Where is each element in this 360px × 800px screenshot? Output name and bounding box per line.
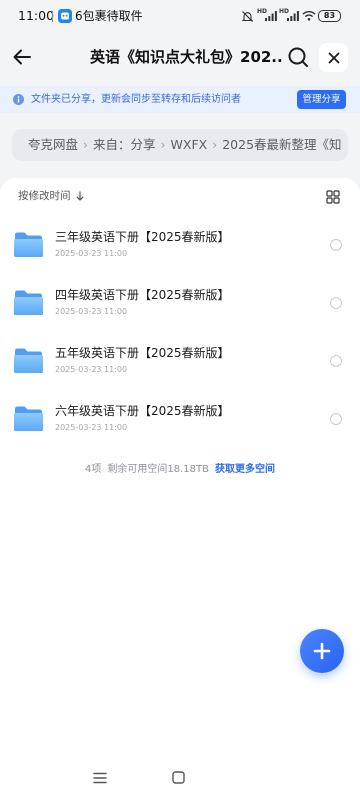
close-icon [328,52,339,63]
plus-icon [313,642,331,660]
list-item[interactable]: 五年级英语下册【2025春新版】 2025-03-23 11:00 [0,332,360,390]
breadcrumb-separator: › [160,137,166,152]
folder-icon [13,405,44,432]
list-item[interactable]: 三年级英语下册【2025春新版】 2025-03-23 11:00 [0,216,360,274]
share-notice-banner: 文件夹已分享，更新会同步至转存和后续访问者 管理分享 [0,86,360,113]
file-list: 三年级英语下册【2025春新版】 2025-03-23 11:00 四年级英语下… [0,216,360,448]
file-modified-time: 2025-03-23 11:00 [55,365,128,374]
breadcrumb-item[interactable]: WXFX [171,137,208,152]
storage-footer: 4项 剩余可用空间18.18TB 获取更多空间 [0,463,360,477]
file-name: 六年级英语下册【2025春新版】 [55,404,230,418]
breadcrumb-item[interactable]: 夸克网盘 [28,137,78,152]
system-nav-bar [0,762,360,800]
select-radio[interactable] [330,413,342,425]
signal-icon [287,11,299,21]
menu-icon[interactable] [93,772,107,784]
status-notification-text: 6包裹待取件 [75,9,143,23]
search-icon [288,47,308,67]
share-notice-text: 文件夹已分享，更新会同步至转存和后续访问者 [31,94,241,105]
breadcrumb-item[interactable]: 2025春最新整理《知 [222,137,341,152]
back-button[interactable] [10,45,34,69]
manage-share-button[interactable]: 管理分享 [297,90,346,109]
file-list-card: 按修改时间 三年级英语下册【2025春新版】 2025-03-23 11:00 … [0,178,360,800]
select-radio[interactable] [330,239,342,251]
sort-label: 按修改时间 [18,190,71,202]
close-button[interactable] [319,43,348,72]
info-icon [13,94,24,105]
file-name: 三年级英语下册【2025春新版】 [55,230,230,244]
get-more-space-link[interactable]: 获取更多空间 [215,464,275,475]
grid-view-icon [326,190,340,204]
silent-mode-icon [241,10,254,23]
breadcrumb-separator: › [83,137,89,152]
file-modified-time: 2025-03-23 11:00 [55,249,128,258]
file-name: 四年级英语下册【2025春新版】 [55,288,230,302]
wifi-icon [302,10,316,21]
breadcrumb-separator: › [212,137,218,152]
item-count: 4项 [85,464,102,475]
folder-icon [13,231,44,258]
add-button[interactable] [300,629,344,673]
search-button[interactable] [287,46,309,68]
sort-button[interactable]: 按修改时间 [18,189,84,203]
signal-icon [265,11,277,21]
select-radio[interactable] [330,297,342,309]
back-arrow-icon [13,49,31,65]
list-item[interactable]: 六年级英语下册【2025春新版】 2025-03-23 11:00 [0,390,360,448]
file-name: 五年级英语下册【2025春新版】 [55,346,230,360]
free-space-text: 剩余可用空间18.18TB [107,464,209,475]
package-app-icon [58,9,72,23]
battery-icon: 83 [318,10,341,22]
list-item[interactable]: 四年级英语下册【2025春新版】 2025-03-23 11:00 [0,274,360,332]
home-icon[interactable] [172,771,185,784]
folder-icon [13,289,44,316]
breadcrumb: 夸克网盘 › 来自：分享 › WXFX › 2025春最新整理《知 [12,129,348,161]
file-modified-time: 2025-03-23 11:00 [55,307,128,316]
status-time: 11:00 [18,8,55,23]
view-toggle-button[interactable] [326,190,340,204]
breadcrumb-item[interactable]: 来自：分享 [93,137,156,152]
arrow-down-icon [76,191,83,201]
status-divider [52,11,53,22]
select-radio[interactable] [330,355,342,367]
folder-icon [13,347,44,374]
header-bar: 英语《知识点大礼包》202... [0,34,360,80]
file-modified-time: 2025-03-23 11:00 [55,423,128,432]
page-title: 英语《知识点大礼包》202... [90,48,282,66]
status-bar: 11:00 6包裹待取件 HD HD 83 [0,0,360,32]
